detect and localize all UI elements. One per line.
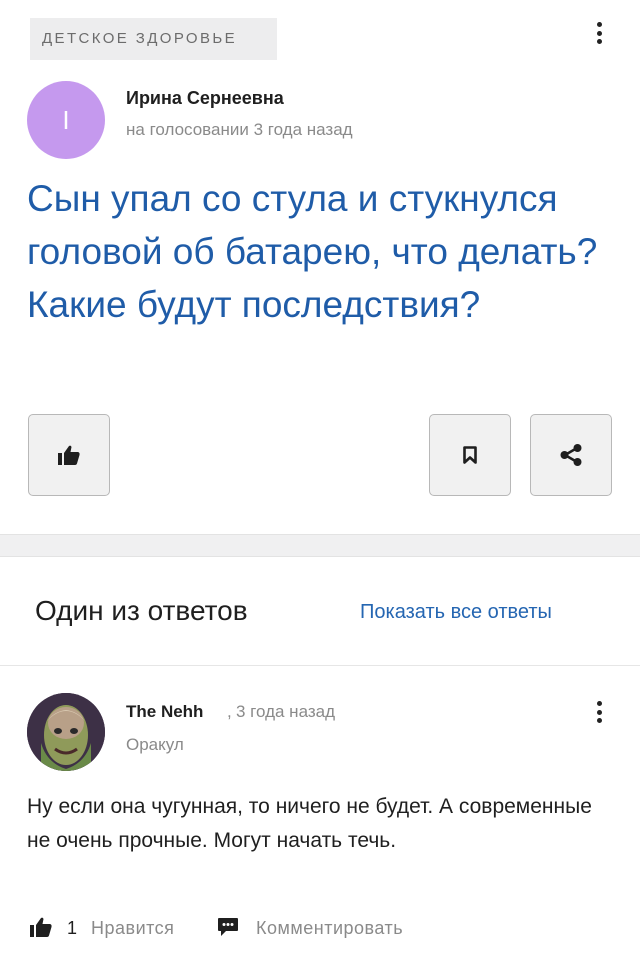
bookmark-icon [463, 446, 477, 464]
answer-text: Ну если она чугунная, то ничего не будет… [27, 795, 592, 852]
dot [596, 39, 602, 44]
dot [596, 718, 602, 723]
answer-author-avatar[interactable] [27, 693, 105, 771]
question-author-avatar[interactable]: I [27, 81, 105, 159]
show-all-answers-link[interactable]: Показать все ответы [360, 601, 552, 624]
answer-more-icon[interactable] [589, 697, 609, 727]
dot [596, 22, 602, 27]
answer-author-rank: Оракул [126, 735, 184, 754]
answer-time: 3 года назад [236, 702, 336, 721]
author-separator: , [227, 702, 232, 721]
answer-like-button[interactable]: Нравится [91, 918, 174, 939]
dot [596, 709, 602, 715]
thumbs-up-icon [58, 445, 80, 465]
question-more-icon[interactable] [589, 18, 609, 48]
answer-like-icon[interactable] [30, 917, 52, 937]
bookmark-button[interactable] [429, 414, 511, 496]
like-button[interactable] [28, 414, 110, 496]
share-button[interactable] [530, 414, 612, 496]
avatar-image [27, 693, 105, 771]
answer-like-count: 1 [67, 918, 78, 938]
answer-author-name[interactable]: The Nehh [126, 702, 203, 722]
dot [596, 30, 602, 36]
question-meta: на голосовании 3 года назад [126, 120, 353, 139]
category-tag[interactable]: ДЕТСКОЕ ЗДОРОВЬЕ [30, 18, 277, 60]
answers-heading: Один из ответов [35, 595, 248, 626]
comment-button[interactable]: Комментировать [256, 918, 403, 939]
question-author-name[interactable]: Ирина Сернеевна [126, 88, 284, 109]
comment-icon[interactable] [217, 917, 239, 937]
question-title[interactable]: Сын упал со стула и стукнулся головой об… [27, 172, 617, 331]
dot [596, 701, 602, 706]
share-icon [560, 444, 582, 466]
